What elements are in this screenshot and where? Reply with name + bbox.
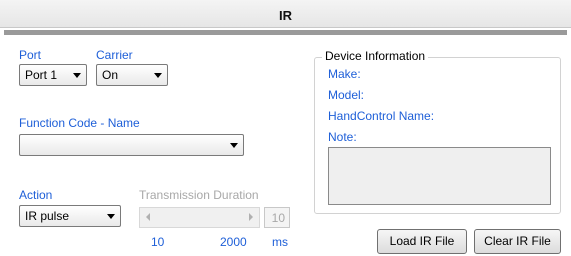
transmission-duration-value: 10 [271, 211, 285, 225]
model-label: Model: [328, 88, 365, 102]
handcontrol-name-label: HandControl Name: [328, 109, 435, 123]
panel-header: IR [0, 0, 571, 28]
panel-title: IR [279, 8, 292, 23]
header-divider [4, 30, 567, 35]
port-select-value: Port 1 [25, 68, 58, 82]
port-label: Port [19, 48, 42, 62]
chevron-down-icon [107, 214, 115, 219]
device-information-title: Device Information [322, 49, 429, 63]
chevron-down-icon [154, 73, 162, 78]
slider-max-label: 2000 [220, 235, 247, 249]
action-select-value: IR pulse [25, 209, 70, 223]
load-ir-file-button[interactable]: Load IR File [377, 229, 467, 254]
note-textarea[interactable] [328, 147, 551, 205]
chevron-down-icon [230, 143, 238, 148]
make-label: Make: [328, 67, 361, 81]
scroll-left-icon[interactable] [146, 213, 150, 221]
scroll-right-icon[interactable] [249, 213, 253, 221]
chevron-down-icon [73, 73, 81, 78]
transmission-duration-input[interactable]: 10 [264, 207, 290, 228]
transmission-duration-slider[interactable] [139, 207, 260, 228]
slider-unit-label: ms [272, 235, 288, 249]
function-code-label: Function Code - Name [19, 116, 140, 130]
transmission-duration-label: Transmission Duration [139, 188, 259, 202]
port-select[interactable]: Port 1 [19, 64, 87, 86]
action-select[interactable]: IR pulse [19, 205, 121, 227]
clear-ir-file-button[interactable]: Clear IR File [474, 229, 561, 254]
action-label: Action [19, 188, 53, 202]
slider-min-label: 10 [151, 235, 165, 249]
carrier-select[interactable]: On [96, 64, 168, 86]
function-code-select[interactable] [19, 134, 244, 156]
carrier-select-value: On [102, 68, 119, 82]
carrier-label: Carrier [96, 48, 133, 62]
note-label: Note: [328, 130, 357, 144]
